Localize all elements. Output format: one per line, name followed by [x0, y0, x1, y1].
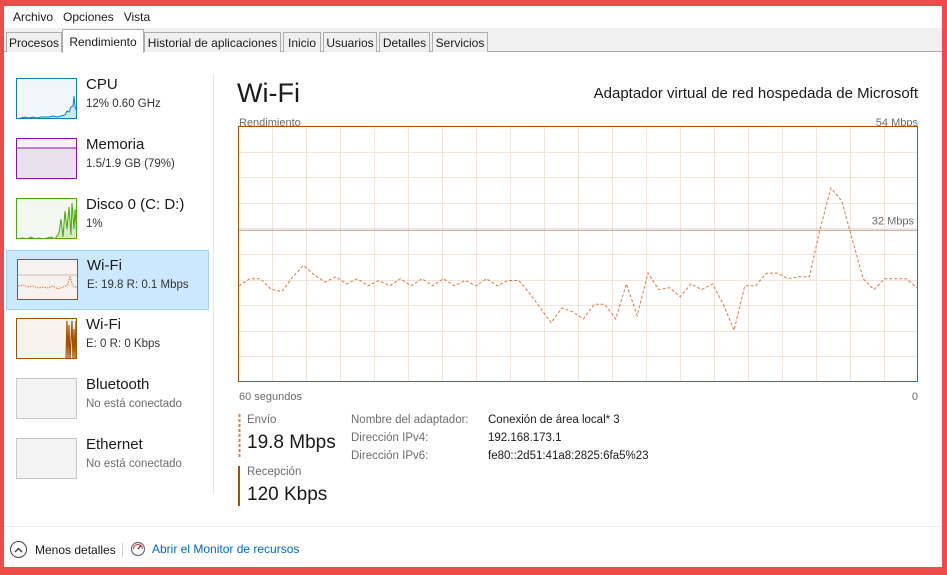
tab-procesos[interactable]: Procesos: [6, 32, 62, 52]
resource-sidebar: CPU 12% 0.60 GHz Memoria 1.5/1.9 GB (79%…: [4, 54, 214, 514]
adapter-name-value: Conexión de área local* 3: [488, 414, 620, 426]
wifi-thumbnail: [17, 259, 78, 300]
send-legend-marker: [238, 414, 241, 458]
receive-label: Recepción: [247, 466, 302, 478]
sidebar-item-sub: 12% 0.60 GHz: [86, 98, 161, 110]
send-value: 19.8 Mbps: [247, 432, 336, 453]
tab-rendimiento[interactable]: Rendimiento: [62, 29, 144, 53]
send-stat: Envío 19.8 Mbps: [238, 414, 358, 458]
tab-detalles[interactable]: Detalles: [379, 32, 430, 52]
tab-historial[interactable]: Historial de aplicaciones: [144, 32, 281, 52]
sidebar-item-label: Ethernet: [86, 436, 143, 453]
memory-thumbnail: [16, 138, 77, 179]
tab-servicios[interactable]: Servicios: [432, 32, 488, 52]
receive-value: 120 Kbps: [247, 484, 328, 505]
receive-legend-marker: [238, 466, 240, 506]
cpu-thumbnail: [16, 78, 77, 119]
sidebar-item-label: CPU: [86, 76, 118, 93]
sidebar-item-label: Bluetooth: [86, 376, 150, 393]
wifi-2-thumbnail: [16, 318, 77, 359]
resource-monitor-icon: [130, 541, 146, 557]
sidebar-item-sub: E: 0 R: 0 Kbps: [86, 338, 161, 350]
sidebar-item-label: Memoria: [86, 136, 145, 153]
tab-strip: Procesos Rendimiento Historial de aplica…: [4, 28, 942, 53]
throughput-graph: 32 Mbps: [238, 126, 918, 382]
less-details-button[interactable]: Menos detalles: [10, 541, 116, 558]
ipv6-value: fe80::2d51:41a8:2825:6fa5%23: [488, 450, 649, 462]
reference-label: 32 Mbps: [872, 215, 915, 227]
sidebar-item-sub: No está conectado: [86, 458, 182, 470]
ipv4-value: 192.168.173.1: [488, 432, 562, 444]
footer-bar: Menos detalles Abrir el Monitor de recur…: [4, 526, 942, 566]
bluetooth-thumbnail: [16, 378, 77, 419]
open-resource-monitor-label: Abrir el Monitor de recursos: [152, 542, 300, 556]
sidebar-item-disco[interactable]: Disco 0 (C: D:) 1%: [6, 190, 209, 250]
sidebar-item-label: Wi-Fi: [87, 257, 122, 274]
page-title: Wi-Fi: [237, 78, 300, 108]
menu-vista[interactable]: Vista: [119, 10, 155, 24]
sidebar-item-wifi-2[interactable]: Wi-Fi E: 0 R: 0 Kbps: [6, 310, 209, 370]
adapter-description: Adaptador virtual de red hospedada de Mi…: [593, 85, 918, 102]
menu-opciones[interactable]: Opciones: [58, 10, 119, 24]
sidebar-item-ethernet[interactable]: Ethernet No está conectado: [6, 430, 209, 490]
ipv6-label: Dirección IPv6:: [351, 450, 429, 462]
sidebar-item-label: Wi-Fi: [86, 316, 121, 333]
tab-usuarios[interactable]: Usuarios: [323, 32, 377, 52]
sidebar-item-bluetooth[interactable]: Bluetooth No está conectado: [6, 370, 209, 430]
send-label: Envío: [247, 414, 277, 426]
sidebar-item-memoria[interactable]: Memoria 1.5/1.9 GB (79%): [6, 130, 209, 190]
menu-archivo[interactable]: Archivo: [8, 10, 58, 24]
sidebar-item-wifi[interactable]: Wi-Fi E: 19.8 R: 0.1 Mbps: [6, 250, 209, 310]
detail-panel: Wi-Fi Adaptador virtual de red hospedada…: [214, 54, 942, 524]
less-details-label: Menos detalles: [35, 542, 116, 557]
open-resource-monitor-link[interactable]: Abrir el Monitor de recursos: [130, 541, 299, 557]
task-manager-window: Archivo Opciones Vista Procesos Rendimie…: [4, 6, 942, 567]
graph-time-label: 60 segundos: [239, 391, 302, 403]
receive-stat: Recepción 120 Kbps: [238, 466, 358, 506]
sidebar-item-cpu[interactable]: CPU 12% 0.60 GHz: [6, 70, 209, 130]
footer-divider: [122, 543, 123, 557]
menu-bar: Archivo Opciones Vista: [4, 6, 942, 28]
disk-thumbnail: [16, 198, 77, 239]
graph-zero-label: 0: [911, 391, 918, 403]
sidebar-item-sub: No está conectado: [86, 398, 182, 410]
tab-inicio[interactable]: Inicio: [283, 32, 321, 52]
adapter-name-label: Nombre del adaptador:: [351, 414, 469, 426]
ipv4-label: Dirección IPv4:: [351, 432, 429, 444]
ethernet-thumbnail: [16, 438, 77, 479]
chevron-up-icon: [10, 541, 27, 558]
sidebar-item-label: Disco 0 (C: D:): [86, 196, 185, 213]
sidebar-item-sub: 1%: [86, 218, 103, 230]
sidebar-item-sub: 1.5/1.9 GB (79%): [86, 158, 175, 170]
sidebar-item-sub: E: 19.8 R: 0.1 Mbps: [87, 279, 189, 291]
